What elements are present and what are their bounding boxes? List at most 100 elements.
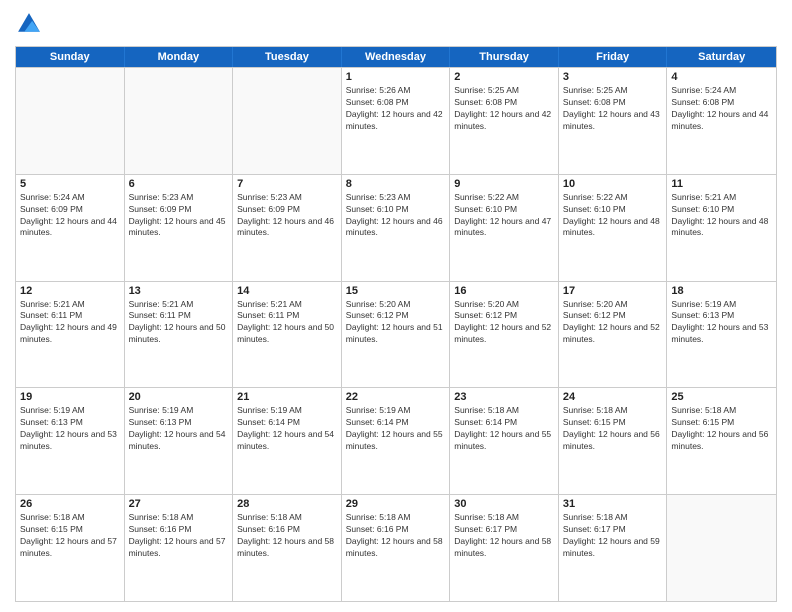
- day-info: Sunrise: 5:23 AMSunset: 6:10 PMDaylight:…: [346, 192, 446, 240]
- day-number: 9: [454, 178, 554, 190]
- day-number: 13: [129, 285, 229, 297]
- day-info: Sunrise: 5:18 AMSunset: 6:16 PMDaylight:…: [346, 512, 446, 560]
- day-number: 2: [454, 71, 554, 83]
- day-info: Sunrise: 5:23 AMSunset: 6:09 PMDaylight:…: [129, 192, 229, 240]
- calendar-row-2: 12 Sunrise: 5:21 AMSunset: 6:11 PMDayligh…: [16, 281, 776, 388]
- day-number: 25: [671, 391, 772, 403]
- day-info: Sunrise: 5:18 AMSunset: 6:17 PMDaylight:…: [454, 512, 554, 560]
- day-info: Sunrise: 5:18 AMSunset: 6:17 PMDaylight:…: [563, 512, 663, 560]
- day-cell-30: 30 Sunrise: 5:18 AMSunset: 6:17 PMDayligh…: [450, 495, 559, 601]
- day-info: Sunrise: 5:19 AMSunset: 6:13 PMDaylight:…: [671, 299, 772, 347]
- day-info: Sunrise: 5:21 AMSunset: 6:11 PMDaylight:…: [20, 299, 120, 347]
- day-cell-6: 6 Sunrise: 5:23 AMSunset: 6:09 PMDaylight…: [125, 175, 234, 281]
- day-info: Sunrise: 5:19 AMSunset: 6:13 PMDaylight:…: [20, 405, 120, 453]
- day-cell-28: 28 Sunrise: 5:18 AMSunset: 6:16 PMDayligh…: [233, 495, 342, 601]
- calendar-row-0: 1 Sunrise: 5:26 AMSunset: 6:08 PMDaylight…: [16, 67, 776, 174]
- header: [15, 10, 777, 38]
- day-cell-4: 4Sunrise: 5:24 AMSunset: 6:08 PMDaylight…: [667, 68, 776, 174]
- day-number: 30: [454, 498, 554, 510]
- empty-cell: [667, 495, 776, 601]
- day-number: 7: [237, 178, 337, 190]
- day-info: Sunrise: 5:19 AMSunset: 6:13 PMDaylight:…: [129, 405, 229, 453]
- empty-cell: [233, 68, 342, 174]
- day-info: Sunrise: 5:18 AMSunset: 6:14 PMDaylight:…: [454, 405, 554, 453]
- day-number: 28: [237, 498, 337, 510]
- empty-cell: [16, 68, 125, 174]
- logo: [15, 10, 47, 38]
- day-info: Sunrise: 5:18 AMSunset: 6:15 PMDaylight:…: [20, 512, 120, 560]
- day-number: 21: [237, 391, 337, 403]
- day-info: Sunrise: 5:22 AMSunset: 6:10 PMDaylight:…: [563, 192, 663, 240]
- day-info: Sunrise: 5:25 AMSunset: 6:08 PMDaylight:…: [454, 85, 554, 133]
- day-number: 20: [129, 391, 229, 403]
- calendar-row-4: 26 Sunrise: 5:18 AMSunset: 6:15 PMDayligh…: [16, 494, 776, 601]
- day-number: 16: [454, 285, 554, 297]
- day-cell-26: 26 Sunrise: 5:18 AMSunset: 6:15 PMDayligh…: [16, 495, 125, 601]
- day-number: 10: [563, 178, 663, 190]
- day-info: Sunrise: 5:21 AMSunset: 6:10 PMDaylight:…: [671, 192, 772, 240]
- day-cell-16: 16 Sunrise: 5:20 AMSunset: 6:12 PMDayligh…: [450, 282, 559, 388]
- calendar-header: SundayMondayTuesdayWednesdayThursdayFrid…: [16, 47, 776, 67]
- calendar-row-3: 19Sunrise: 5:19 AMSunset: 6:13 PMDayligh…: [16, 387, 776, 494]
- weekday-header-saturday: Saturday: [667, 47, 776, 67]
- weekday-header-friday: Friday: [559, 47, 668, 67]
- day-number: 26: [20, 498, 120, 510]
- day-cell-13: 13 Sunrise: 5:21 AMSunset: 6:11 PMDayligh…: [125, 282, 234, 388]
- day-info: Sunrise: 5:18 AMSunset: 6:16 PMDaylight:…: [237, 512, 337, 560]
- day-cell-10: 10 Sunrise: 5:22 AMSunset: 6:10 PMDayligh…: [559, 175, 668, 281]
- calendar-body: 1 Sunrise: 5:26 AMSunset: 6:08 PMDaylight…: [16, 67, 776, 601]
- day-cell-21: 21 Sunrise: 5:19 AMSunset: 6:14 PMDayligh…: [233, 388, 342, 494]
- page: SundayMondayTuesdayWednesdayThursdayFrid…: [0, 0, 792, 612]
- day-info: Sunrise: 5:18 AMSunset: 6:15 PMDaylight:…: [671, 405, 772, 453]
- day-number: 18: [671, 285, 772, 297]
- day-cell-31: 31 Sunrise: 5:18 AMSunset: 6:17 PMDayligh…: [559, 495, 668, 601]
- day-cell-19: 19Sunrise: 5:19 AMSunset: 6:13 PMDayligh…: [16, 388, 125, 494]
- day-cell-9: 9Sunrise: 5:22 AMSunset: 6:10 PMDaylight…: [450, 175, 559, 281]
- day-number: 27: [129, 498, 229, 510]
- weekday-header-monday: Monday: [125, 47, 234, 67]
- day-cell-20: 20 Sunrise: 5:19 AMSunset: 6:13 PMDayligh…: [125, 388, 234, 494]
- logo-icon: [15, 10, 43, 38]
- day-info: Sunrise: 5:19 AMSunset: 6:14 PMDaylight:…: [346, 405, 446, 453]
- day-cell-29: 29Sunrise: 5:18 AMSunset: 6:16 PMDayligh…: [342, 495, 451, 601]
- day-number: 3: [563, 71, 663, 83]
- day-number: 31: [563, 498, 663, 510]
- day-number: 6: [129, 178, 229, 190]
- day-number: 14: [237, 285, 337, 297]
- day-info: Sunrise: 5:21 AMSunset: 6:11 PMDaylight:…: [129, 299, 229, 347]
- day-cell-8: 8 Sunrise: 5:23 AMSunset: 6:10 PMDaylight…: [342, 175, 451, 281]
- calendar: SundayMondayTuesdayWednesdayThursdayFrid…: [15, 46, 777, 602]
- day-number: 15: [346, 285, 446, 297]
- day-info: Sunrise: 5:19 AMSunset: 6:14 PMDaylight:…: [237, 405, 337, 453]
- day-number: 1: [346, 71, 446, 83]
- day-cell-22: 22 Sunrise: 5:19 AMSunset: 6:14 PMDayligh…: [342, 388, 451, 494]
- day-info: Sunrise: 5:20 AMSunset: 6:12 PMDaylight:…: [346, 299, 446, 347]
- day-info: Sunrise: 5:21 AMSunset: 6:11 PMDaylight:…: [237, 299, 337, 347]
- day-number: 8: [346, 178, 446, 190]
- day-cell-1: 1 Sunrise: 5:26 AMSunset: 6:08 PMDaylight…: [342, 68, 451, 174]
- day-info: Sunrise: 5:24 AMSunset: 6:09 PMDaylight:…: [20, 192, 120, 240]
- day-cell-23: 23Sunrise: 5:18 AMSunset: 6:14 PMDayligh…: [450, 388, 559, 494]
- day-cell-14: 14 Sunrise: 5:21 AMSunset: 6:11 PMDayligh…: [233, 282, 342, 388]
- day-info: Sunrise: 5:20 AMSunset: 6:12 PMDaylight:…: [454, 299, 554, 347]
- day-info: Sunrise: 5:20 AMSunset: 6:12 PMDaylight:…: [563, 299, 663, 347]
- day-info: Sunrise: 5:23 AMSunset: 6:09 PMDaylight:…: [237, 192, 337, 240]
- day-cell-5: 5 Sunrise: 5:24 AMSunset: 6:09 PMDaylight…: [16, 175, 125, 281]
- day-info: Sunrise: 5:26 AMSunset: 6:08 PMDaylight:…: [346, 85, 446, 133]
- day-cell-18: 18 Sunrise: 5:19 AMSunset: 6:13 PMDayligh…: [667, 282, 776, 388]
- day-info: Sunrise: 5:25 AMSunset: 6:08 PMDaylight:…: [563, 85, 663, 133]
- day-cell-11: 11Sunrise: 5:21 AMSunset: 6:10 PMDayligh…: [667, 175, 776, 281]
- day-cell-25: 25 Sunrise: 5:18 AMSunset: 6:15 PMDayligh…: [667, 388, 776, 494]
- day-cell-17: 17 Sunrise: 5:20 AMSunset: 6:12 PMDayligh…: [559, 282, 668, 388]
- weekday-header-tuesday: Tuesday: [233, 47, 342, 67]
- day-info: Sunrise: 5:24 AMSunset: 6:08 PMDaylight:…: [671, 85, 772, 133]
- day-info: Sunrise: 5:18 AMSunset: 6:16 PMDaylight:…: [129, 512, 229, 560]
- day-number: 22: [346, 391, 446, 403]
- day-number: 12: [20, 285, 120, 297]
- day-number: 5: [20, 178, 120, 190]
- day-number: 24: [563, 391, 663, 403]
- day-number: 17: [563, 285, 663, 297]
- empty-cell: [125, 68, 234, 174]
- calendar-row-1: 5 Sunrise: 5:24 AMSunset: 6:09 PMDaylight…: [16, 174, 776, 281]
- day-info: Sunrise: 5:18 AMSunset: 6:15 PMDaylight:…: [563, 405, 663, 453]
